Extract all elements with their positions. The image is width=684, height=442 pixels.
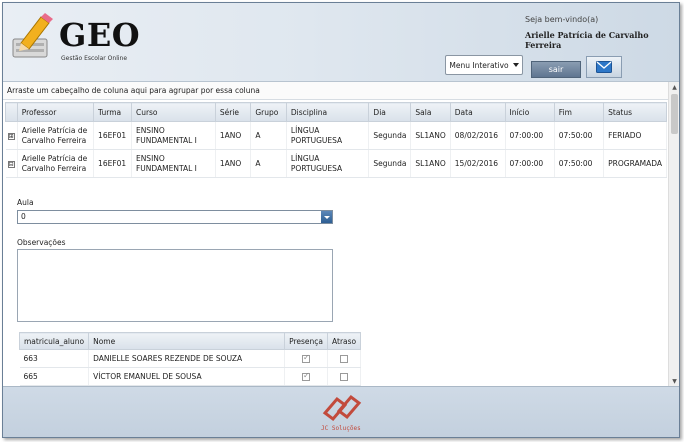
column-header[interactable]: Professor — [16, 102, 95, 122]
students-table: matricula_aluno Nome Presença Atraso 663… — [18, 332, 362, 386]
column-header[interactable]: Nome — [88, 332, 286, 350]
cell-disciplina: LÍNGUA PORTUGUESA — [286, 121, 370, 150]
column-header[interactable]: Série — [214, 102, 252, 122]
welcome-block: Seja bem-vindo(a) Arielle Patrícia de Ca… — [525, 15, 665, 50]
cell-turma: 16EF01 — [93, 121, 132, 150]
column-header[interactable]: matricula_aluno — [18, 332, 90, 350]
presenca-cell — [284, 349, 329, 368]
cell-status: FERIADO — [603, 121, 667, 150]
atraso-cell — [327, 349, 362, 368]
cell-nome: VÍCTOR EMANUEL DE SOUSA — [88, 367, 286, 386]
cell-matricula: 665 — [19, 367, 90, 386]
cell-professor: Arielle Patrícia de Carvalho Ferreira — [17, 121, 95, 150]
column-header[interactable]: Curso — [130, 102, 216, 122]
presenca-cell — [284, 367, 329, 386]
table-row[interactable]: 665 VÍCTOR EMANUEL DE SOUSA — [19, 367, 362, 386]
row-expander[interactable]: ⊞ — [5, 121, 18, 150]
expand-icon[interactable]: ⊞ — [7, 132, 15, 140]
column-header[interactable]: Disciplina — [285, 102, 370, 122]
observacoes-textarea[interactable] — [17, 249, 333, 322]
column-header[interactable]: Presença — [284, 332, 329, 350]
classes-grid: Professor Turma Curso Série Grupo Discip… — [5, 102, 667, 178]
cell-sala: SL1ANO — [410, 121, 451, 150]
header: GEO Gestão Escolar Online Seja bem-vindo… — [3, 3, 679, 81]
vertical-scrollbar[interactable]: ▲ ▼ — [668, 82, 679, 387]
atraso-checkbox[interactable] — [340, 373, 349, 381]
atraso-cell — [327, 367, 362, 386]
column-header[interactable]: Fim — [553, 102, 605, 122]
user-name: Arielle Patrícia de Carvalho Ferreira — [525, 30, 649, 50]
observacoes-label: Observações — [17, 238, 66, 247]
row-expander[interactable]: ⊟ — [5, 149, 18, 178]
cell-matricula: 663 — [19, 349, 90, 368]
grid-header-expander — [5, 102, 18, 122]
main-panel: Arraste um cabeçalho de coluna aqui para… — [3, 81, 679, 387]
cell-dia: Segunda — [368, 149, 412, 178]
jc-logo-icon — [322, 394, 362, 422]
table-row[interactable]: ⊟ Arielle Patrícia de Carvalho Ferreira … — [5, 149, 667, 178]
group-by-hint: Arraste um cabeçalho de coluna aqui para… — [3, 82, 679, 100]
cell-fim: 07:50:00 — [554, 149, 605, 178]
pencil-logo-icon — [12, 13, 53, 58]
cell-data: 15/02/2016 — [450, 149, 506, 178]
grid-header-row: Professor Turma Curso Série Grupo Discip… — [5, 102, 667, 122]
presenca-checkbox[interactable] — [302, 353, 311, 363]
mail-button[interactable] — [586, 56, 622, 78]
cell-serie: 1ANO — [215, 149, 252, 178]
cell-professor: Arielle Patrícia de Carvalho Ferreira — [17, 149, 95, 178]
app-window: GEO Gestão Escolar Online Seja bem-vindo… — [2, 2, 680, 438]
cell-status: PROGRAMADA — [603, 149, 667, 178]
app-logo-text: GEO — [59, 16, 141, 54]
column-header[interactable]: Grupo — [250, 102, 287, 122]
footer: JC Soluções — [3, 386, 679, 437]
menu-label: Menu Interativo — [449, 60, 509, 70]
cell-inicio: 07:00:00 — [505, 149, 555, 178]
table-row[interactable]: 663 DANIELLE SOARES REZENDE DE SOUZA — [19, 349, 362, 368]
table-row[interactable]: ⊞ Arielle Patrícia de Carvalho Ferreira … — [5, 121, 667, 150]
collapse-icon[interactable]: ⊟ — [7, 160, 15, 168]
scrollbar-thumb[interactable] — [671, 94, 678, 134]
cell-inicio: 07:00:00 — [505, 121, 555, 150]
cell-data: 08/02/2016 — [450, 121, 506, 150]
column-header[interactable]: Dia — [368, 102, 412, 122]
welcome-label: Seja bem-vindo(a) — [525, 15, 599, 24]
chevron-down-icon — [512, 63, 519, 67]
cell-dia: Segunda — [368, 121, 412, 150]
cell-grupo: A — [250, 121, 287, 150]
presenca-checkbox[interactable] — [302, 371, 311, 381]
cell-curso: ENSINO FUNDAMENTAL I — [131, 149, 216, 178]
column-header[interactable]: Início — [504, 102, 555, 122]
cell-turma: 16EF01 — [93, 149, 132, 178]
aula-select[interactable]: 0 — [17, 210, 333, 224]
logout-button[interactable]: sair — [531, 61, 581, 78]
cell-disciplina: LÍNGUA PORTUGUESA — [286, 149, 370, 178]
column-header[interactable]: Turma — [93, 102, 132, 122]
cell-sala: SL1ANO — [410, 149, 451, 178]
column-header[interactable]: Sala — [410, 102, 451, 122]
atraso-checkbox[interactable] — [340, 355, 349, 363]
cell-curso: ENSINO FUNDAMENTAL I — [131, 121, 216, 150]
column-header[interactable]: Atraso — [327, 332, 362, 350]
cell-fim: 07:50:00 — [554, 121, 605, 150]
app-subtitle: Gestão Escolar Online — [61, 55, 128, 62]
aula-select-value: 0 — [21, 212, 26, 221]
aula-label: Aula — [17, 198, 34, 207]
row-detail-panel: Aula 0 Observações — [17, 198, 333, 322]
column-header[interactable]: Data — [449, 102, 506, 122]
dropdown-arrow-icon[interactable] — [321, 211, 332, 223]
envelope-icon — [596, 61, 612, 73]
footer-brand: JC Soluções — [321, 425, 361, 432]
cell-serie: 1ANO — [215, 121, 252, 150]
scroll-up-icon[interactable]: ▲ — [669, 82, 679, 93]
cell-nome: DANIELLE SOARES REZENDE DE SOUZA — [88, 349, 286, 368]
students-header-row: matricula_aluno Nome Presença Atraso — [18, 332, 362, 350]
interactive-menu-button[interactable]: Menu Interativo — [445, 55, 523, 75]
column-header[interactable]: Status — [603, 102, 667, 122]
cell-grupo: A — [250, 149, 287, 178]
